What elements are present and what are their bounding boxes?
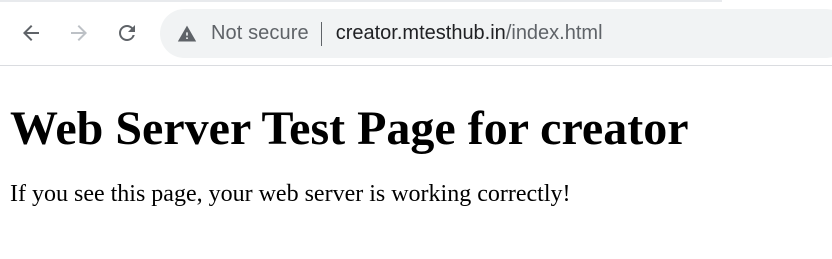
forward-arrow-icon (71, 25, 87, 41)
browser-toolbar: Not secure creator.mtesthub.in/index.htm… (0, 0, 832, 66)
page-paragraph: If you see this page, your web server is… (10, 181, 571, 207)
warning-triangle-icon (177, 25, 197, 41)
forward-button[interactable] (61, 15, 97, 51)
tab-strip-edge (0, 0, 722, 2)
address-bar[interactable]: Not secure creator.mtesthub.in/index.htm… (160, 9, 832, 58)
url-host: creator.mtesthub.in (335, 22, 506, 44)
reload-button[interactable] (109, 15, 145, 51)
security-indicator[interactable]: Not secure (177, 9, 309, 58)
back-button[interactable] (13, 15, 49, 51)
security-label: Not secure (211, 22, 309, 44)
page-content: Web Server Test Page for creator If you … (0, 102, 832, 209)
page-heading: Web Server Test Page for creator (10, 102, 689, 155)
url-path: /index.html (505, 22, 603, 44)
back-arrow-icon (23, 25, 39, 41)
url-text[interactable]: creator.mtesthub.in/index.html (336, 22, 603, 45)
omnibox-separator (320, 21, 322, 46)
reload-icon (119, 25, 135, 41)
